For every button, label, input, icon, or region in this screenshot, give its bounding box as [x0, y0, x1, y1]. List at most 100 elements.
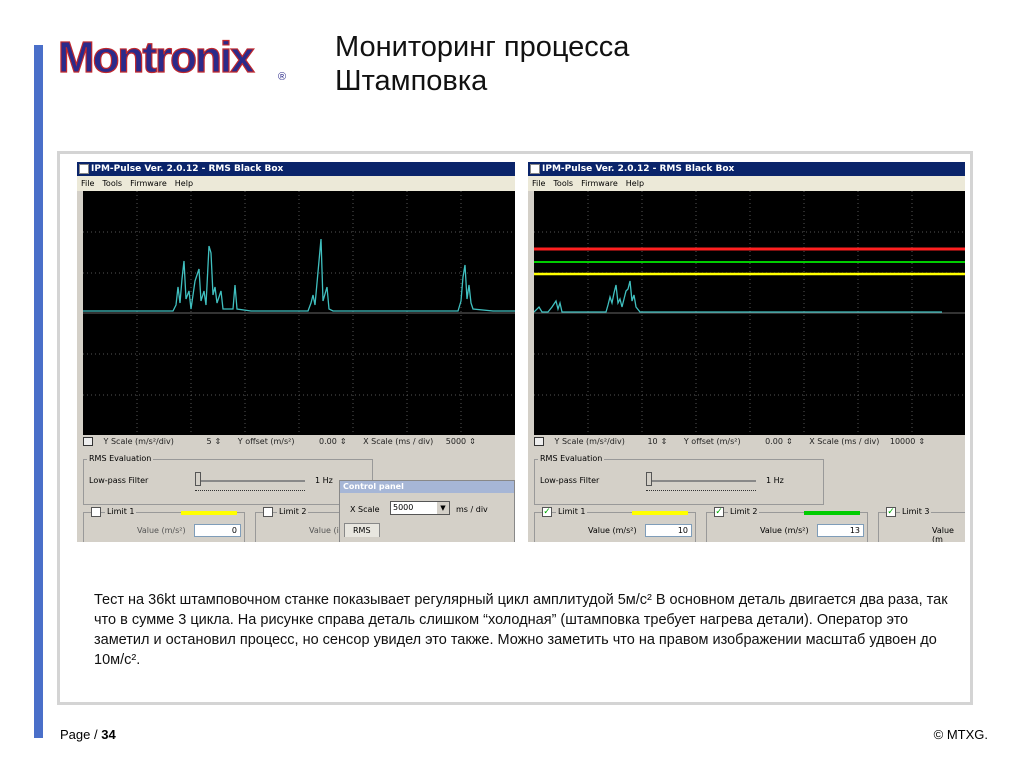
- left-screenshot: IPM-Pulse Ver. 2.0.12 - RMS Black Box Fi…: [77, 162, 515, 542]
- y-offset-value[interactable]: 0.00: [319, 435, 337, 449]
- collapse-icon[interactable]: [534, 437, 544, 446]
- x-scale-label: X Scale (ms / div): [809, 437, 880, 446]
- filter-value: 1 Hz: [766, 476, 784, 485]
- oscilloscope-plot: [534, 191, 965, 435]
- app-icon: [530, 164, 540, 174]
- montronix-logo: Montronix ®: [57, 32, 286, 83]
- spin-icon[interactable]: ⇕: [918, 435, 925, 449]
- cp-xscale-label: X Scale: [350, 505, 380, 514]
- limit1-color: [632, 511, 688, 515]
- oscilloscope-plot: [83, 191, 515, 435]
- y-offset-value[interactable]: 0.00: [765, 435, 783, 449]
- limit1-value-input[interactable]: 10: [645, 524, 692, 537]
- title-line-1: Мониторинг процесса: [335, 31, 630, 63]
- menu-file[interactable]: File: [532, 179, 545, 188]
- control-panel-title: Control panel: [340, 481, 514, 493]
- collapse-icon[interactable]: [83, 437, 93, 446]
- filter-slider[interactable]: [646, 480, 756, 482]
- x-scale-value[interactable]: 5000: [446, 435, 466, 449]
- limit2-color: [804, 511, 860, 515]
- copyright: © MTXG.: [933, 727, 988, 742]
- y-offset-label: Y offset (m/s²): [237, 437, 295, 446]
- spin-icon[interactable]: ⇕: [340, 435, 347, 449]
- window-titlebar: IPM-Pulse Ver. 2.0.12 - RMS Black Box: [528, 162, 965, 176]
- control-panel: Control panel X Scale 5000 ▼ ms / div RMS: [339, 480, 515, 542]
- rms-group-label: RMS Evaluation: [87, 454, 154, 463]
- cp-unit: ms / div: [456, 505, 488, 514]
- limit2-value-label: Value (i: [309, 526, 339, 535]
- rms-trace: [534, 280, 942, 313]
- window-title: IPM-Pulse Ver. 2.0.12 - RMS Black Box: [542, 164, 735, 174]
- limit2-label: Limit 2: [277, 507, 309, 516]
- accent-bar: [34, 45, 43, 738]
- dropdown-arrow-icon[interactable]: ▼: [437, 502, 449, 514]
- limit3-label: Limit 3: [900, 507, 932, 516]
- menu-help[interactable]: Help: [626, 179, 644, 188]
- filter-label: Low-pass Filter: [89, 476, 149, 485]
- menu-tools[interactable]: Tools: [102, 179, 122, 188]
- page-number: 34: [101, 727, 116, 742]
- slide-title: Мониторинг процесса Штамповка: [335, 30, 629, 98]
- scale-controls: Y Scale (m/s²/div) 10 ⇕ Y offset (m/s²) 0…: [534, 435, 925, 449]
- y-scale-value[interactable]: 5: [206, 435, 211, 449]
- spin-icon[interactable]: ⇕: [661, 435, 668, 449]
- description-text: Тест на 36kt штамповочном станке показыв…: [94, 592, 948, 668]
- limit2-value-label: Value (m/s²): [760, 526, 809, 535]
- limit2-checkbox[interactable]: [263, 507, 273, 517]
- spin-icon[interactable]: ⇕: [469, 435, 476, 449]
- slider-thumb[interactable]: [195, 472, 201, 486]
- cp-xscale-select[interactable]: 5000 ▼: [390, 501, 450, 515]
- limit1-value-label: Value (m/s²): [588, 526, 637, 535]
- y-scale-value[interactable]: 10: [647, 435, 657, 449]
- menu-file[interactable]: File: [81, 179, 94, 188]
- menu-bar: File Tools Firmware Help: [77, 176, 515, 191]
- spin-icon[interactable]: ⇕: [215, 435, 222, 449]
- limit2-label: Limit 2: [728, 507, 760, 516]
- x-scale-label: X Scale (ms / div): [363, 437, 434, 446]
- x-scale-value[interactable]: 10000: [890, 435, 915, 449]
- filter-slider[interactable]: [195, 480, 305, 482]
- limit1-label: Limit 1: [556, 507, 588, 516]
- menu-tools[interactable]: Tools: [553, 179, 573, 188]
- svg-text:®: ®: [278, 71, 286, 83]
- content-frame: IPM-Pulse Ver. 2.0.12 - RMS Black Box Fi…: [57, 151, 973, 705]
- slider-ticks: [195, 490, 305, 492]
- plot-svg: [83, 191, 515, 435]
- filter-value: 1 Hz: [315, 476, 333, 485]
- limit2-checkbox[interactable]: ✓: [714, 507, 724, 517]
- rms-group-label: RMS Evaluation: [538, 454, 605, 463]
- limit1-value-input[interactable]: 0: [194, 524, 241, 537]
- app-icon: [79, 164, 89, 174]
- limit1-value-label: Value (m/s²): [137, 526, 186, 535]
- plot-svg: [534, 191, 965, 435]
- page-label: Page /: [60, 727, 98, 742]
- filter-label: Low-pass Filter: [540, 476, 600, 485]
- limit1-label: Limit 1: [105, 507, 137, 516]
- y-scale-label: Y Scale (m/s²/div): [103, 437, 174, 446]
- slide: Montronix ® Мониторинг процесса Штамповк…: [0, 0, 1024, 768]
- svg-text:Montronix: Montronix: [58, 33, 255, 82]
- limit3-value-label: Value (m: [932, 526, 954, 542]
- cp-xscale-value: 5000: [393, 503, 414, 512]
- limit3-checkbox[interactable]: ✓: [886, 507, 896, 517]
- y-scale-label: Y Scale (m/s²/div): [554, 437, 625, 446]
- limit1-color: [181, 511, 237, 515]
- y-offset-label: Y offset (m/s²): [683, 437, 741, 446]
- window-title: IPM-Pulse Ver. 2.0.12 - RMS Black Box: [91, 164, 284, 174]
- slider-thumb[interactable]: [646, 472, 652, 486]
- right-screenshot: IPM-Pulse Ver. 2.0.12 - RMS Black Box Fi…: [528, 162, 965, 542]
- scale-controls: Y Scale (m/s²/div) 5 ⇕ Y offset (m/s²) 0.…: [83, 435, 476, 449]
- limit2-value-input[interactable]: 13: [817, 524, 864, 537]
- menu-firmware[interactable]: Firmware: [130, 179, 167, 188]
- menu-help[interactable]: Help: [175, 179, 193, 188]
- menu-firmware[interactable]: Firmware: [581, 179, 618, 188]
- tab-rms[interactable]: RMS: [344, 523, 380, 537]
- title-line-2: Штамповка: [335, 65, 488, 97]
- limit1-checkbox[interactable]: ✓: [542, 507, 552, 517]
- spin-icon[interactable]: ⇕: [786, 435, 793, 449]
- window-titlebar: IPM-Pulse Ver. 2.0.12 - RMS Black Box: [77, 162, 515, 176]
- limit1-checkbox[interactable]: [91, 507, 101, 517]
- slider-ticks: [646, 490, 756, 492]
- menu-bar: File Tools Firmware Help: [528, 176, 965, 191]
- page-indicator: Page / 34: [60, 727, 116, 742]
